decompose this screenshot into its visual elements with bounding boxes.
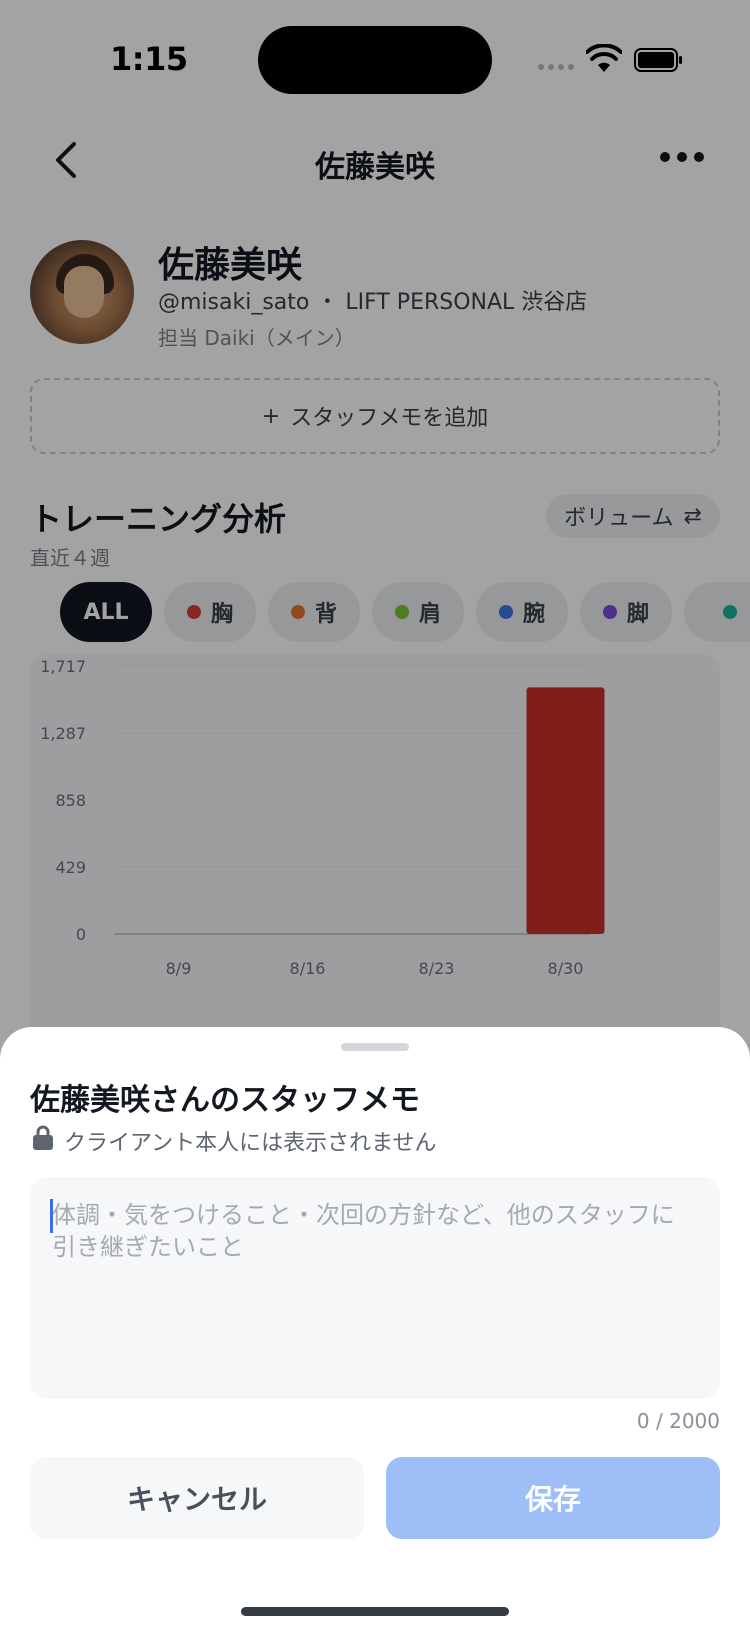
save-button[interactable]: 保存: [386, 1457, 720, 1539]
home-indicator: [241, 1607, 509, 1616]
lock-icon: [33, 1125, 53, 1150]
privacy-note: クライアント本人には表示されません: [64, 1131, 437, 1156]
staff-memo-sheet: 佐藤美咲さんのスタッフメモ クライアント本人には表示されません 0 / 2000…: [0, 1027, 750, 1631]
cancel-button[interactable]: キャンセル: [30, 1457, 364, 1539]
character-count: 0 / 2000: [636, 1409, 720, 1433]
sheet-grabber[interactable]: [341, 1043, 409, 1051]
text-caret: [50, 1199, 53, 1233]
memo-input[interactable]: [30, 1177, 720, 1399]
sheet-title: 佐藤美咲さんのスタッフメモ: [30, 1083, 420, 1118]
